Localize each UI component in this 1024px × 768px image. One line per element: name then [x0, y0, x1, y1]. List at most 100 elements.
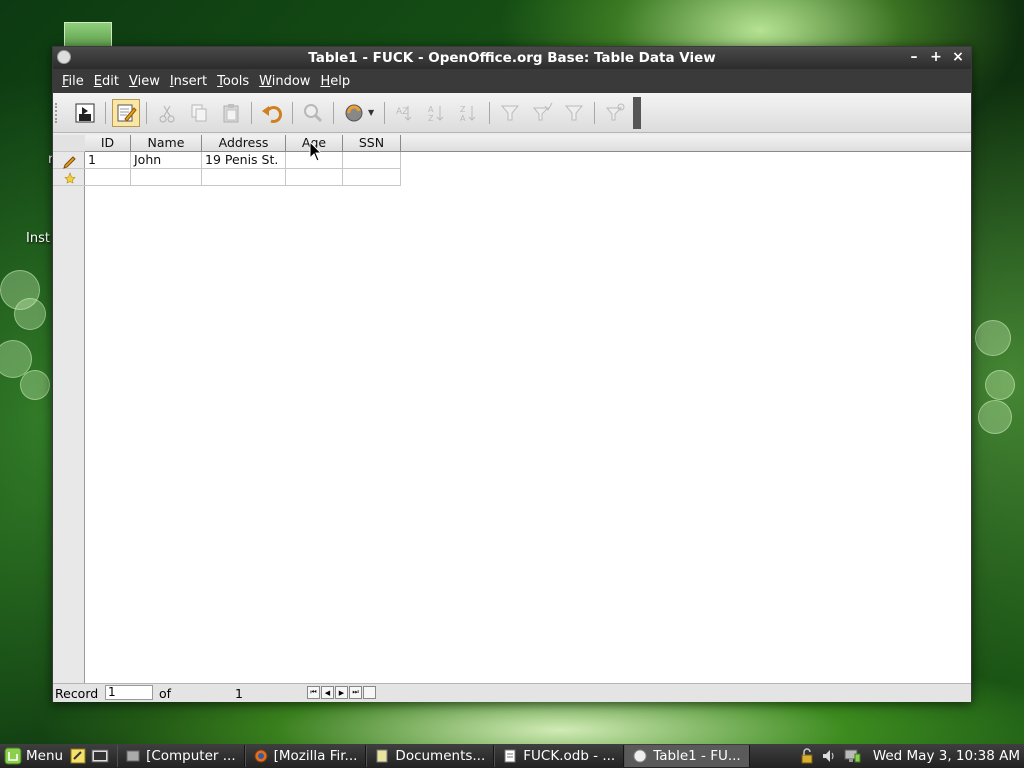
bokeh-decoration: [985, 370, 1015, 400]
save-icon: [75, 103, 95, 122]
new-record-star-icon: [64, 172, 76, 184]
record-label: Record: [55, 686, 99, 701]
remove-filter-button[interactable]: [560, 99, 588, 127]
new-row-cell[interactable]: [85, 169, 131, 186]
toolbar-separator: [489, 101, 491, 124]
row-handle-edit[interactable]: [53, 152, 85, 169]
toolbar-separator: [384, 101, 386, 124]
record-number-input[interactable]: 1: [105, 685, 153, 700]
taskbar-task-label: Table1 - FU...: [653, 748, 741, 764]
standard-filter-button[interactable]: [601, 99, 629, 127]
toolbar-separator: [105, 101, 106, 124]
terminal-launcher-icon[interactable]: [91, 747, 109, 765]
new-row-cell[interactable]: [343, 169, 401, 186]
row-handle-new[interactable]: [53, 169, 85, 186]
sort-descending-icon: ZA: [460, 105, 476, 123]
new-row-cell[interactable]: [286, 169, 343, 186]
toolbar-overflow[interactable]: [633, 96, 642, 129]
previous-record-button[interactable]: ◀: [321, 686, 334, 699]
pencil-icon: [63, 156, 76, 169]
sort-icon: AZ: [396, 105, 412, 121]
column-header-name[interactable]: Name: [131, 135, 202, 152]
column-header-ssn[interactable]: SSN: [343, 135, 401, 152]
menu-help[interactable]: Help: [315, 74, 355, 89]
next-record-button[interactable]: ▶: [335, 686, 348, 699]
cut-icon: [159, 105, 175, 122]
file-manager-icon: [126, 750, 140, 762]
filter-icon: [501, 105, 520, 120]
undo-button[interactable]: [258, 99, 286, 127]
taskbar-task-active[interactable]: Table1 - FU...: [624, 745, 750, 767]
maximize-button[interactable]: +: [929, 49, 943, 65]
find-record-button[interactable]: [299, 99, 327, 127]
cell-address[interactable]: 19 Penis St.: [202, 152, 286, 169]
mouse-cursor-icon: [309, 141, 323, 162]
minimize-button[interactable]: –: [907, 49, 921, 65]
new-record-button[interactable]: [363, 686, 376, 699]
menu-file[interactable]: File: [57, 74, 89, 89]
menubar: File Edit View Insert Tools Window Help: [53, 69, 971, 93]
start-menu-button[interactable]: Menu: [0, 747, 69, 765]
menu-insert[interactable]: Insert: [165, 74, 212, 89]
toolbar-separator: [146, 101, 147, 124]
apply-filter-button[interactable]: [528, 99, 556, 127]
sort-button[interactable]: AZ: [391, 99, 419, 127]
toolbar-separator: [251, 101, 252, 124]
menu-window[interactable]: Window: [254, 74, 315, 89]
taskbar-task[interactable]: Documents...: [366, 745, 495, 767]
first-record-button[interactable]: ⏮: [307, 686, 320, 699]
desktop-icon[interactable]: [64, 22, 112, 48]
cell-ssn[interactable]: [343, 152, 401, 169]
mint-logo-icon: [4, 747, 22, 765]
window-titlebar[interactable]: Table1 - FUCK - OpenOffice.org Base: Tab…: [53, 47, 971, 69]
refresh-button[interactable]: [340, 99, 368, 127]
save-record-button[interactable]: [71, 99, 99, 127]
record-count: 1: [235, 686, 243, 701]
menu-tools[interactable]: Tools: [212, 74, 254, 89]
taskbar-task[interactable]: [Mozilla Fir...: [244, 745, 367, 767]
edit-icon: [117, 104, 137, 122]
close-button[interactable]: ×: [951, 49, 965, 65]
corner-cell[interactable]: [53, 135, 85, 152]
column-header-address[interactable]: Address: [202, 135, 286, 152]
desktop-partial-label: Inst: [26, 231, 50, 246]
taskbar-task[interactable]: [Computer ...: [117, 745, 245, 767]
sort-descending-button[interactable]: ZA: [455, 99, 483, 127]
paste-icon: [223, 103, 239, 122]
find-icon: [304, 103, 323, 122]
network-icon[interactable]: [843, 748, 861, 764]
record-navigation-bar: Record 1 of 1 ⏮ ◀ ▶ ⏭: [53, 683, 971, 702]
lock-icon[interactable]: [799, 748, 815, 764]
system-tray: Wed May 3, 10:38 AM: [799, 748, 1024, 764]
undo-icon: [262, 105, 283, 123]
toolbar-grip[interactable]: [55, 102, 61, 123]
cell-name[interactable]: John: [131, 152, 202, 169]
sort-ascending-button[interactable]: AZ: [423, 99, 451, 127]
taskbar-task[interactable]: FUCK.odb - ...: [494, 745, 625, 767]
clock[interactable]: Wed May 3, 10:38 AM: [867, 748, 1020, 764]
cut-button[interactable]: [153, 99, 181, 127]
toolbar: ▼ AZ AZ ZA: [53, 93, 971, 133]
previous-record-icon: ◀: [324, 688, 331, 697]
autofilter-button[interactable]: [496, 99, 524, 127]
volume-icon[interactable]: [821, 748, 837, 764]
menu-view[interactable]: View: [124, 74, 165, 89]
chevron-down-icon[interactable]: ▼: [368, 108, 374, 117]
menu-edit[interactable]: Edit: [89, 74, 124, 89]
new-row-cell[interactable]: [131, 169, 202, 186]
svg-text:Z: Z: [460, 105, 466, 114]
column-header-id[interactable]: ID: [85, 135, 131, 152]
last-record-button[interactable]: ⏭: [349, 686, 362, 699]
taskbar-task-label: FUCK.odb - ...: [523, 748, 616, 764]
edit-data-button[interactable]: [112, 98, 140, 127]
svg-text:AZ: AZ: [396, 107, 408, 117]
new-row-cell[interactable]: [202, 169, 286, 186]
paste-button[interactable]: [217, 99, 245, 127]
svg-text:A: A: [460, 114, 466, 123]
text-editor-launcher-icon[interactable]: [69, 747, 87, 765]
window-app-icon[interactable]: [57, 50, 71, 64]
taskbar-task-label: [Computer ...: [146, 748, 236, 764]
column-header-row: ID Name Address Age SSN: [85, 135, 971, 152]
copy-button[interactable]: [185, 99, 213, 127]
cell-id[interactable]: 1: [85, 152, 131, 169]
